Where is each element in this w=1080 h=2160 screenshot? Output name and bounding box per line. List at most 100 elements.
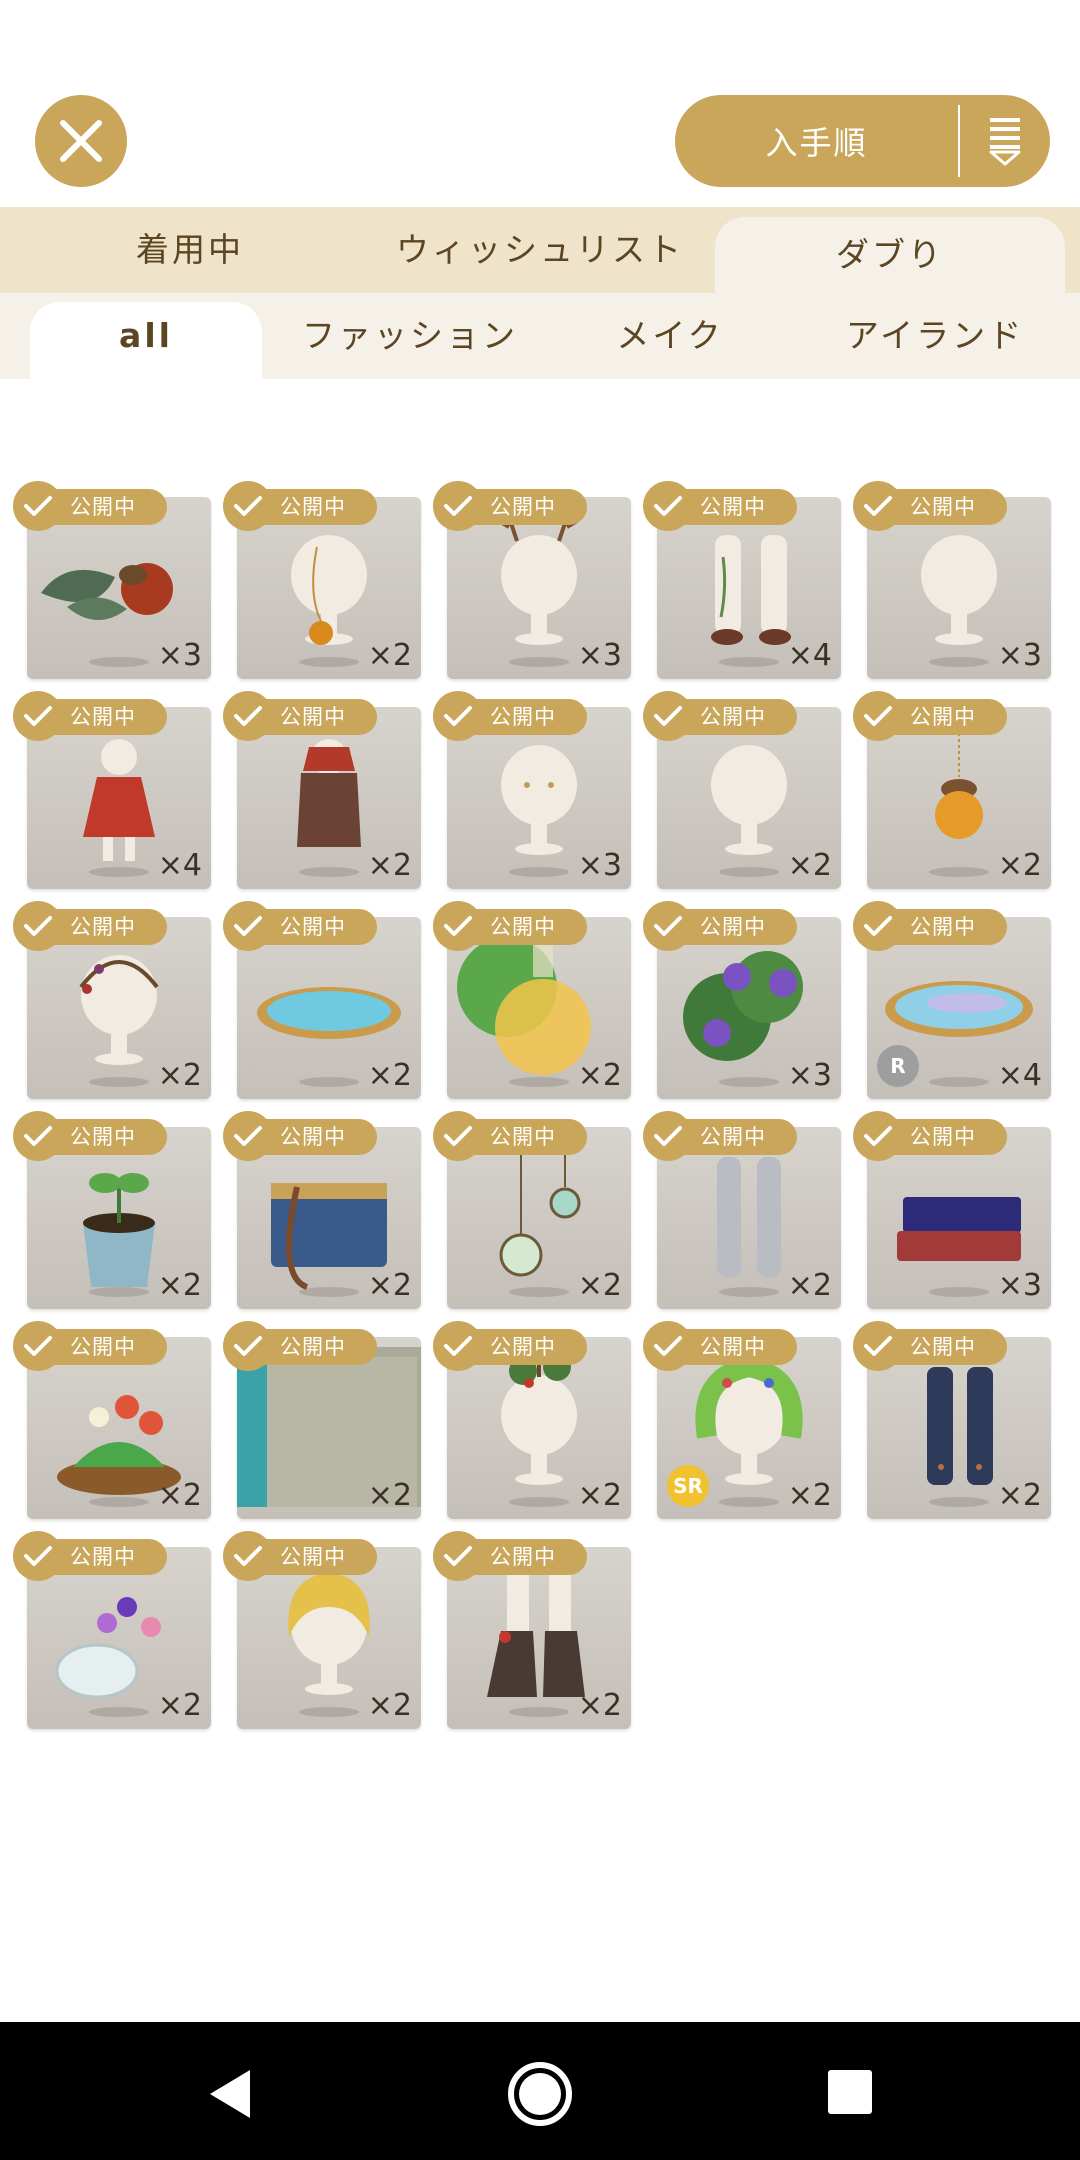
public-status-badge: 公開中 [13,1531,167,1581]
item-count: ×3 [577,848,622,883]
check-icon [223,1531,273,1581]
check-icon [13,481,63,531]
check-icon [433,1321,483,1371]
public-status-badge: 公開中 [223,481,377,531]
check-icon [853,1111,903,1161]
check-icon [433,691,483,741]
check-icon [13,1531,63,1581]
check-icon [853,691,903,741]
sort-descending-icon [960,116,1050,166]
item-count: ×2 [367,1688,412,1723]
public-status-badge: 公開中 [433,1321,587,1371]
close-icon [60,120,102,162]
public-status-badge: 公開中 [853,1111,1007,1161]
item-count: ×3 [157,638,202,673]
back-icon[interactable] [204,2066,254,2122]
public-status-label: 公開中 [910,915,976,939]
item-count: ×2 [157,1268,202,1303]
check-icon [13,901,63,951]
check-icon [223,901,273,951]
public-status-label: 公開中 [70,1125,136,1149]
public-status-badge: 公開中 [13,481,167,531]
public-status-label: 公開中 [70,1545,136,1569]
public-status-badge: 公開中 [853,691,1007,741]
check-icon [643,1321,693,1371]
check-icon [853,901,903,951]
public-status-badge: 公開中 [643,901,797,951]
public-status-badge: 公開中 [433,481,587,531]
close-button[interactable] [35,95,127,187]
public-status-badge: 公開中 [433,1531,587,1581]
public-status-badge: 公開中 [643,1111,797,1161]
item-count: ×2 [577,1058,622,1093]
tab-duplicates[interactable]: ダブり [715,217,1065,305]
item-count: ×2 [157,1478,202,1513]
check-icon [223,481,273,531]
public-status-badge: 公開中 [853,481,1007,531]
public-status-label: 公開中 [490,915,556,939]
public-status-label: 公開中 [700,495,766,519]
item-count: ×2 [787,848,832,883]
check-icon [223,691,273,741]
public-status-badge: 公開中 [223,1321,377,1371]
public-status-label: 公開中 [700,705,766,729]
check-icon [853,481,903,531]
item-count: ×3 [787,1058,832,1093]
public-status-label: 公開中 [70,915,136,939]
public-status-label: 公開中 [280,1125,346,1149]
item-count: ×2 [787,1268,832,1303]
item-count: ×2 [997,1478,1042,1513]
public-status-label: 公開中 [700,1335,766,1359]
check-icon [853,1321,903,1371]
item-count: ×2 [367,848,412,883]
rarity-badge: SR [667,1465,709,1507]
public-status-badge: 公開中 [13,1321,167,1371]
check-icon [433,1531,483,1581]
public-status-label: 公開中 [280,705,346,729]
public-status-label: 公開中 [280,495,346,519]
public-status-label: 公開中 [910,1125,976,1149]
item-count: ×2 [997,848,1042,883]
public-status-badge: 公開中 [223,1111,377,1161]
item-count: ×3 [577,638,622,673]
item-count: ×4 [997,1058,1042,1093]
public-status-label: 公開中 [280,1335,346,1359]
sort-order-button[interactable]: 入手順 [675,95,1050,187]
item-count: ×2 [577,1268,622,1303]
public-status-label: 公開中 [70,1335,136,1359]
check-icon [643,691,693,741]
system-navigation-bar [0,2022,1080,2160]
public-status-badge: 公開中 [13,691,167,741]
tab-fashion[interactable]: ファッション [285,293,535,379]
public-status-label: 公開中 [700,915,766,939]
public-status-badge: 公開中 [433,691,587,741]
item-count: ×2 [367,1268,412,1303]
item-count: ×2 [577,1478,622,1513]
public-status-badge: 公開中 [643,691,797,741]
public-status-label: 公開中 [490,1125,556,1149]
check-icon [13,691,63,741]
public-status-badge: 公開中 [853,901,1007,951]
secondary-tab-bar: all ファッション メイク アイランド [0,293,1080,379]
public-status-label: 公開中 [280,1545,346,1569]
item-count: ×4 [157,848,202,883]
check-icon [13,1111,63,1161]
item-count: ×2 [577,1688,622,1723]
sort-order-label: 入手順 [765,124,868,162]
home-icon[interactable] [506,2060,574,2128]
item-count: ×3 [997,1268,1042,1303]
public-status-badge: 公開中 [223,901,377,951]
public-status-label: 公開中 [910,705,976,729]
public-status-badge: 公開中 [853,1321,1007,1371]
public-status-label: 公開中 [910,495,976,519]
public-status-label: 公開中 [910,1335,976,1359]
tab-all[interactable]: all [30,302,262,379]
public-status-label: 公開中 [70,705,136,729]
tab-makeup[interactable]: メイク [560,293,780,379]
recents-icon[interactable] [828,2070,872,2114]
check-icon [433,901,483,951]
tab-wearing[interactable]: 着用中 [40,207,340,293]
tab-island[interactable]: アイランド [815,293,1055,379]
tab-wishlist[interactable]: ウィッシュリスト [365,207,715,293]
item-count: ×2 [367,1478,412,1513]
